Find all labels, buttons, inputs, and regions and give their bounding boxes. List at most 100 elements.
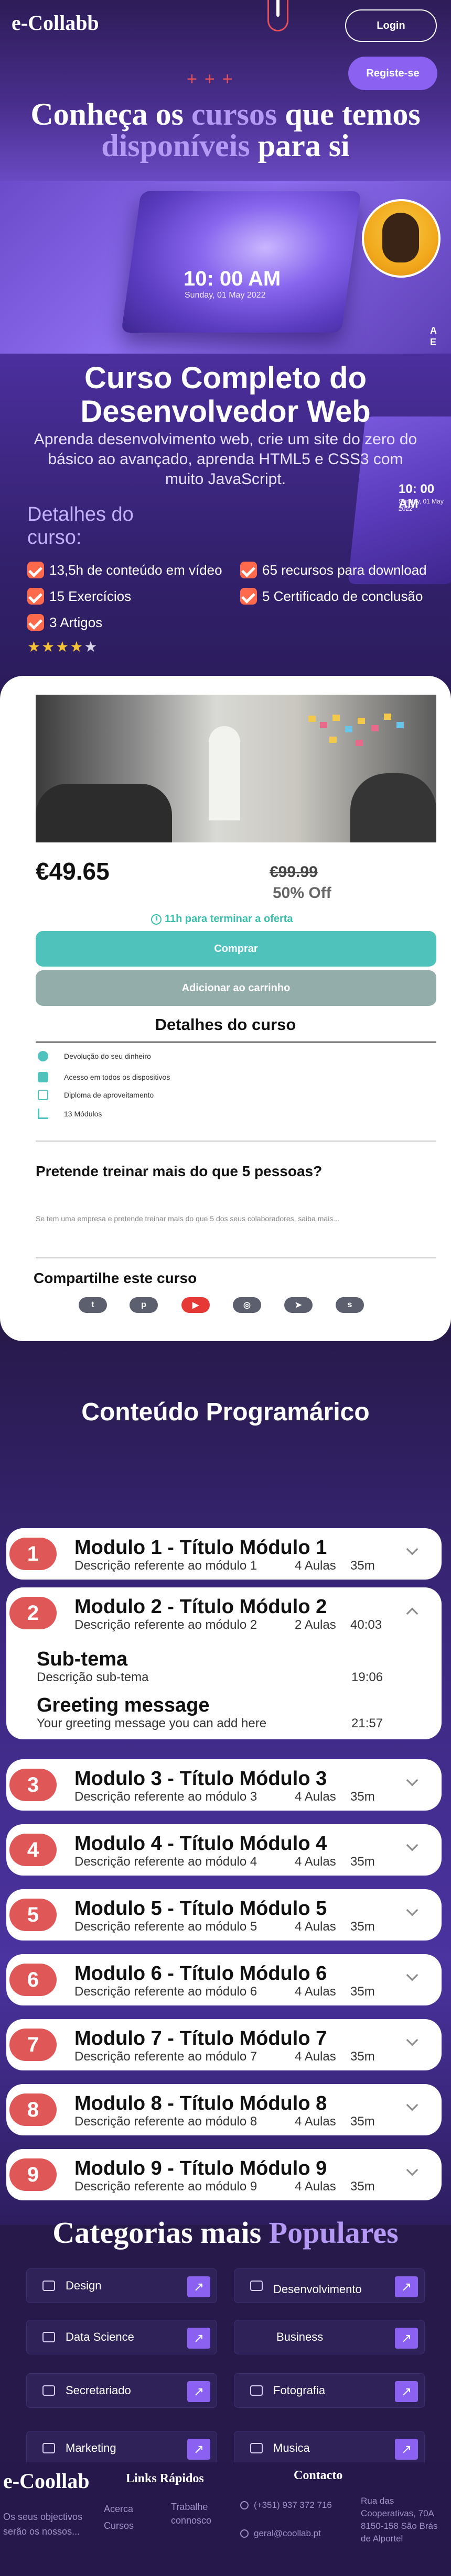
arrow-up-right-icon[interactable]: ↗: [187, 2439, 210, 2460]
module-card[interactable]: 7 Modulo 7 - Título Módulo 7 Descrição r…: [6, 2019, 442, 2070]
divider: [36, 1257, 436, 1258]
footer-link-careers[interactable]: Trabalhe connosco: [171, 2500, 218, 2527]
categories-title: Categorias mais Populares: [0, 2215, 451, 2250]
module-number: 2: [9, 1597, 57, 1629]
contact-email[interactable]: geral@coollab.pt: [240, 2528, 321, 2539]
arrow-up-right-icon[interactable]: ↗: [187, 2328, 210, 2349]
contact-address: Rua das Cooperativas, 70A 8150-158 São B…: [361, 2496, 438, 2544]
module-card[interactable]: 8 Modulo 8 - Título Módulo 8 Descrição r…: [6, 2084, 442, 2135]
category-label: Fotografia: [273, 2384, 326, 2397]
module-title: Modulo 8 - Título Módulo 8: [74, 2092, 327, 2114]
module-title: Modulo 1 - Título Módulo 1: [74, 1537, 327, 1559]
footer-link-courses[interactable]: Cursos: [104, 2519, 134, 2533]
chevron-down-icon[interactable]: [406, 1904, 418, 1916]
module-card[interactable]: 6 Modulo 6 - Título Módulo 6 Descrição r…: [6, 1954, 442, 2005]
module-title: Modulo 7 - Título Módulo 7: [74, 2027, 327, 2049]
module-duration: 35m: [350, 1920, 375, 1934]
module-lessons: 4 Aulas: [295, 1920, 336, 1934]
category-business[interactable]: Business ↗: [234, 2320, 425, 2354]
module-description: Descrição referente ao módulo 7: [74, 2049, 257, 2064]
feature-item: 3 Artigos: [27, 614, 102, 631]
module-card[interactable]: 1 Modulo 1 - Título Módulo 1 Descrição r…: [6, 1528, 442, 1580]
site-logo[interactable]: e-Collabb: [12, 10, 99, 35]
skype-icon[interactable]: s: [336, 1297, 364, 1313]
clock-icon: [151, 914, 162, 925]
subtopic-title[interactable]: Greeting message: [37, 1694, 209, 1717]
telegram-icon[interactable]: ➤: [284, 1297, 313, 1313]
module-card-expanded[interactable]: 2 Modulo 2 - Título Módulo 2 Descrição r…: [6, 1587, 442, 1739]
module-duration: 35m: [350, 1985, 375, 1999]
register-button[interactable]: Registe-se: [348, 57, 437, 90]
arrow-up-right-icon[interactable]: ↗: [395, 2276, 418, 2297]
twitter-icon[interactable]: t: [79, 1297, 107, 1313]
group-training-link[interactable]: Se tem uma empresa e pretende treinar ma…: [36, 1214, 339, 1223]
feature-item: 15 Exercícios: [27, 588, 131, 605]
arrow-up-right-icon[interactable]: ↗: [187, 2276, 210, 2297]
category-label: Desenvolvimento: [273, 2283, 362, 2296]
arrow-up-right-icon[interactable]: ↗: [395, 2439, 418, 2460]
chevron-down-icon[interactable]: [406, 1774, 418, 1786]
module-duration: 35m: [350, 1790, 375, 1804]
chevron-down-icon[interactable]: [406, 2034, 418, 2046]
login-button[interactable]: Login: [345, 9, 437, 42]
category-marketing[interactable]: Marketing ↗: [26, 2431, 217, 2465]
category-label: Secretariado: [66, 2384, 131, 2397]
module-card[interactable]: 4 Modulo 4 - Título Módulo 4 Descrição r…: [6, 1824, 442, 1876]
instagram-icon[interactable]: ◎: [233, 1297, 261, 1313]
category-musica[interactable]: Musica ↗: [234, 2431, 425, 2465]
email-text: geral@coollab.pt: [254, 2528, 321, 2538]
module-description: Descrição referente ao módulo 1: [74, 1559, 257, 1573]
detail-row: Acesso em todos os dispositivos: [38, 1072, 170, 1082]
share-title: Compartilhe este curso: [34, 1270, 197, 1286]
footer-logo[interactable]: e-Coollab: [3, 2469, 89, 2493]
chevron-down-icon[interactable]: [406, 2099, 418, 2111]
youtube-icon[interactable]: ▶: [181, 1297, 210, 1313]
laptop-illustration: [121, 191, 361, 333]
module-card[interactable]: 9 Modulo 9 - Título Módulo 9 Descrição r…: [6, 2149, 442, 2200]
category-data-science[interactable]: Data Science ↗: [26, 2320, 217, 2354]
chevron-up-icon[interactable]: [406, 1607, 418, 1620]
course-banner-image: 10: 00 AM Sunday, 01 May 2022 A E: [0, 181, 451, 354]
chevron-down-icon[interactable]: [406, 2164, 418, 2176]
module-number: 6: [9, 1964, 57, 1996]
footer-link-about[interactable]: Acerca: [104, 2502, 133, 2516]
chevron-down-icon[interactable]: [406, 1543, 418, 1555]
module-lessons: 4 Aulas: [295, 1985, 336, 1999]
category-desenvolvimento[interactable]: Desenvolvimento ↗: [234, 2268, 425, 2303]
offer-timer: 11h para terminar a oferta: [151, 913, 293, 925]
original-price: €99.99: [270, 863, 318, 881]
music-icon: [250, 2443, 263, 2453]
decorative-pill-shape: [267, 0, 288, 31]
database-icon: [42, 2332, 55, 2342]
banner-side-text: A E: [430, 325, 437, 347]
decorative-plus-signs: +++: [187, 69, 240, 89]
detail-label: 13 Módulos: [64, 1110, 102, 1118]
secretary-icon: [42, 2385, 55, 2396]
module-title: Modulo 6 - Título Módulo 6: [74, 1963, 327, 1985]
check-icon: [27, 614, 44, 631]
module-card[interactable]: 3 Modulo 3 - Título Módulo 3 Descrição r…: [6, 1759, 442, 1811]
module-duration: 40:03: [350, 1618, 382, 1632]
offer-timer-text: 11h para terminar a oferta: [165, 913, 293, 925]
category-design[interactable]: Design ↗: [26, 2268, 217, 2303]
module-title: Modulo 3 - Título Módulo 3: [74, 1768, 327, 1790]
module-number: 5: [9, 1899, 57, 1931]
buy-button[interactable]: Comprar: [36, 931, 436, 967]
module-card[interactable]: 5 Modulo 5 - Título Módulo 5 Descrição r…: [6, 1889, 442, 1941]
chevron-down-icon[interactable]: [406, 1839, 418, 1851]
arrow-up-right-icon[interactable]: ↗: [187, 2381, 210, 2402]
subtopic-title[interactable]: Sub-tema: [37, 1648, 127, 1671]
category-fotografia[interactable]: Fotografia ↗: [234, 2373, 425, 2408]
category-label: Business: [276, 2330, 324, 2343]
check-icon: [27, 562, 44, 578]
arrow-up-right-icon[interactable]: ↗: [395, 2328, 418, 2349]
category-secretariado[interactable]: Secretariado ↗: [26, 2373, 217, 2408]
subtopic-duration: 21:57: [351, 1716, 383, 1730]
arrow-up-right-icon[interactable]: ↗: [395, 2381, 418, 2402]
contact-phone[interactable]: (+351) 937 372 716: [240, 2500, 332, 2511]
pinterest-icon[interactable]: p: [130, 1297, 158, 1313]
add-to-cart-button[interactable]: Adicionar ao carrinho: [36, 970, 436, 1006]
contact-title: Contacto: [294, 2469, 343, 2482]
module-description: Descrição referente ao módulo 8: [74, 2114, 257, 2129]
chevron-down-icon[interactable]: [406, 1969, 418, 1981]
